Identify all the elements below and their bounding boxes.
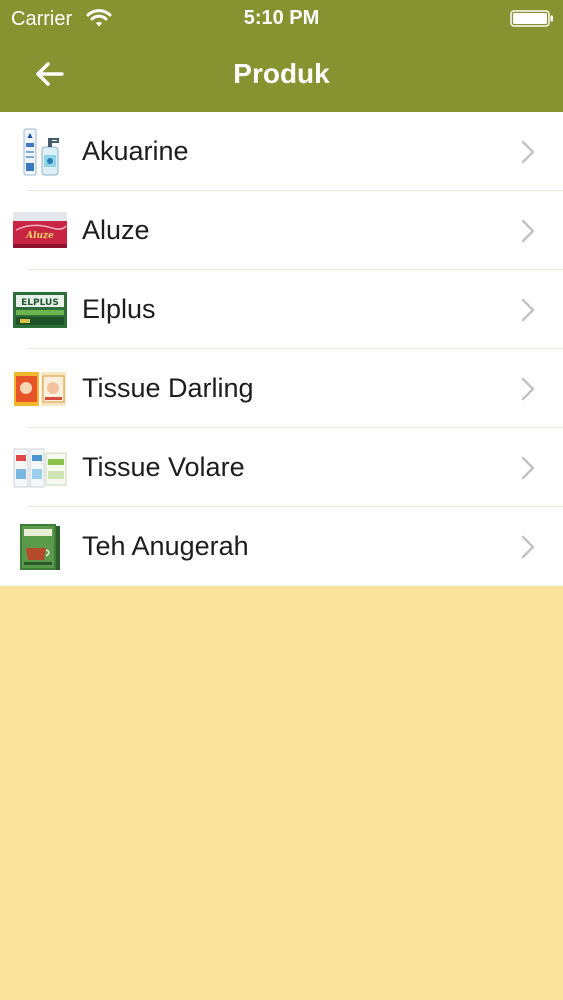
svg-text:ELPLUS: ELPLUS xyxy=(21,298,59,308)
tissue-darling-product-thumbnail xyxy=(14,372,66,406)
status-time: 5:10 PM xyxy=(243,7,320,29)
status-bar: Carrier 5:10 PM xyxy=(0,0,563,36)
list-item-tissue-volare[interactable]: Tissue Volare xyxy=(0,428,563,507)
chevron-right-icon xyxy=(521,377,535,401)
chevron-right-icon xyxy=(521,298,535,322)
akuarine-product-thumbnail xyxy=(23,128,59,176)
aluze-product-thumbnail: Aluze xyxy=(13,212,67,248)
list-item-label: Aluze xyxy=(82,215,150,245)
list-item-label: Tissue Darling xyxy=(82,373,254,403)
list-item-label: Akuarine xyxy=(82,136,189,166)
list-item-teh-anugerah[interactable]: Teh Anugerah xyxy=(0,507,563,586)
chevron-right-icon xyxy=(521,535,535,559)
svg-text:Aluze: Aluze xyxy=(25,231,54,241)
elplus-product-thumbnail: ELPLUS xyxy=(13,292,67,328)
list-item-label: Tissue Volare xyxy=(82,452,245,482)
list-item-label: Elplus xyxy=(82,294,156,324)
page-title: Produk xyxy=(233,58,330,89)
list-item-aluze[interactable]: Aluze Aluze xyxy=(0,191,563,270)
list-item-label: Teh Anugerah xyxy=(82,531,249,561)
list-item-tissue-darling[interactable]: Tissue Darling xyxy=(0,349,563,428)
tissue-volare-product-thumbnail xyxy=(13,448,67,488)
battery-icon xyxy=(510,10,553,27)
chevron-right-icon xyxy=(521,456,535,480)
product-list: Akuarine Aluze Aluze ELPLUS Elplus Tissu… xyxy=(0,112,563,586)
app-header: Carrier 5:10 PM Produk xyxy=(0,0,563,112)
back-button[interactable] xyxy=(22,50,76,98)
teh-anugerah-product-thumbnail xyxy=(20,524,60,570)
navigation-bar: Produk xyxy=(0,36,563,112)
list-item-elplus[interactable]: ELPLUS Elplus xyxy=(0,270,563,349)
chevron-right-icon xyxy=(521,140,535,164)
chevron-right-icon xyxy=(521,219,535,243)
arrow-left-icon xyxy=(36,62,64,86)
list-item-akuarine[interactable]: Akuarine xyxy=(0,112,563,191)
